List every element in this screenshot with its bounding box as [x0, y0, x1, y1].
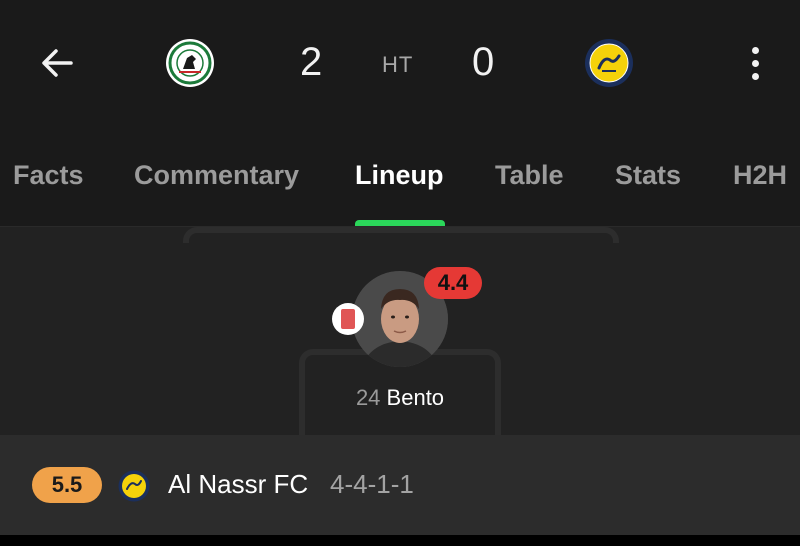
match-status: HT	[382, 52, 414, 77]
al-nassr-crest-icon	[118, 470, 150, 502]
more-dot	[751, 59, 759, 67]
team-rating-badge: 5.5	[32, 467, 102, 503]
lineup-pitch: 4.4 24 Bento	[0, 227, 800, 469]
tab-h2h[interactable]: H2H	[733, 160, 787, 191]
player-rating-badge: 4.4	[424, 267, 482, 299]
player-goalkeeper[interactable]: 4.4 24 Bento	[300, 267, 500, 417]
away-team-crest-icon[interactable]	[584, 38, 634, 88]
tab-lineup[interactable]: Lineup	[355, 160, 444, 191]
penalty-box-line	[183, 227, 619, 243]
home-team-crest-icon[interactable]	[165, 38, 215, 88]
more-dot	[751, 72, 759, 80]
player-label: 24 Bento	[300, 385, 500, 411]
team-name: Al Nassr FC	[168, 469, 309, 499]
red-card-icon	[332, 303, 364, 335]
match-screen: 2 HT 0 Facts Commentary Lineup Table Sta…	[0, 0, 800, 546]
arrow-left-icon	[42, 49, 73, 77]
tab-facts[interactable]: Facts	[13, 160, 84, 191]
back-button[interactable]	[34, 40, 80, 86]
team-lineup-bar[interactable]: 5.5 Al Nassr FC 4-4-1-1	[0, 435, 800, 535]
match-tabs: Facts Commentary Lineup Table Stats H2H	[0, 140, 800, 227]
more-options-button[interactable]	[738, 40, 772, 86]
tab-commentary[interactable]: Commentary	[134, 160, 299, 191]
away-score: 0	[472, 40, 495, 84]
tab-table[interactable]: Table	[495, 160, 564, 191]
match-header: 2 HT 0	[0, 0, 800, 130]
tab-stats[interactable]: Stats	[615, 160, 681, 191]
red-card-shape	[341, 309, 355, 329]
home-score: 2	[300, 40, 323, 84]
bottom-edge	[0, 535, 800, 546]
team-formation: 4-4-1-1	[330, 469, 414, 499]
active-tab-indicator	[355, 220, 445, 226]
player-name: Bento	[386, 385, 445, 410]
more-dots-icon	[751, 46, 759, 54]
player-number: 24	[355, 385, 381, 410]
